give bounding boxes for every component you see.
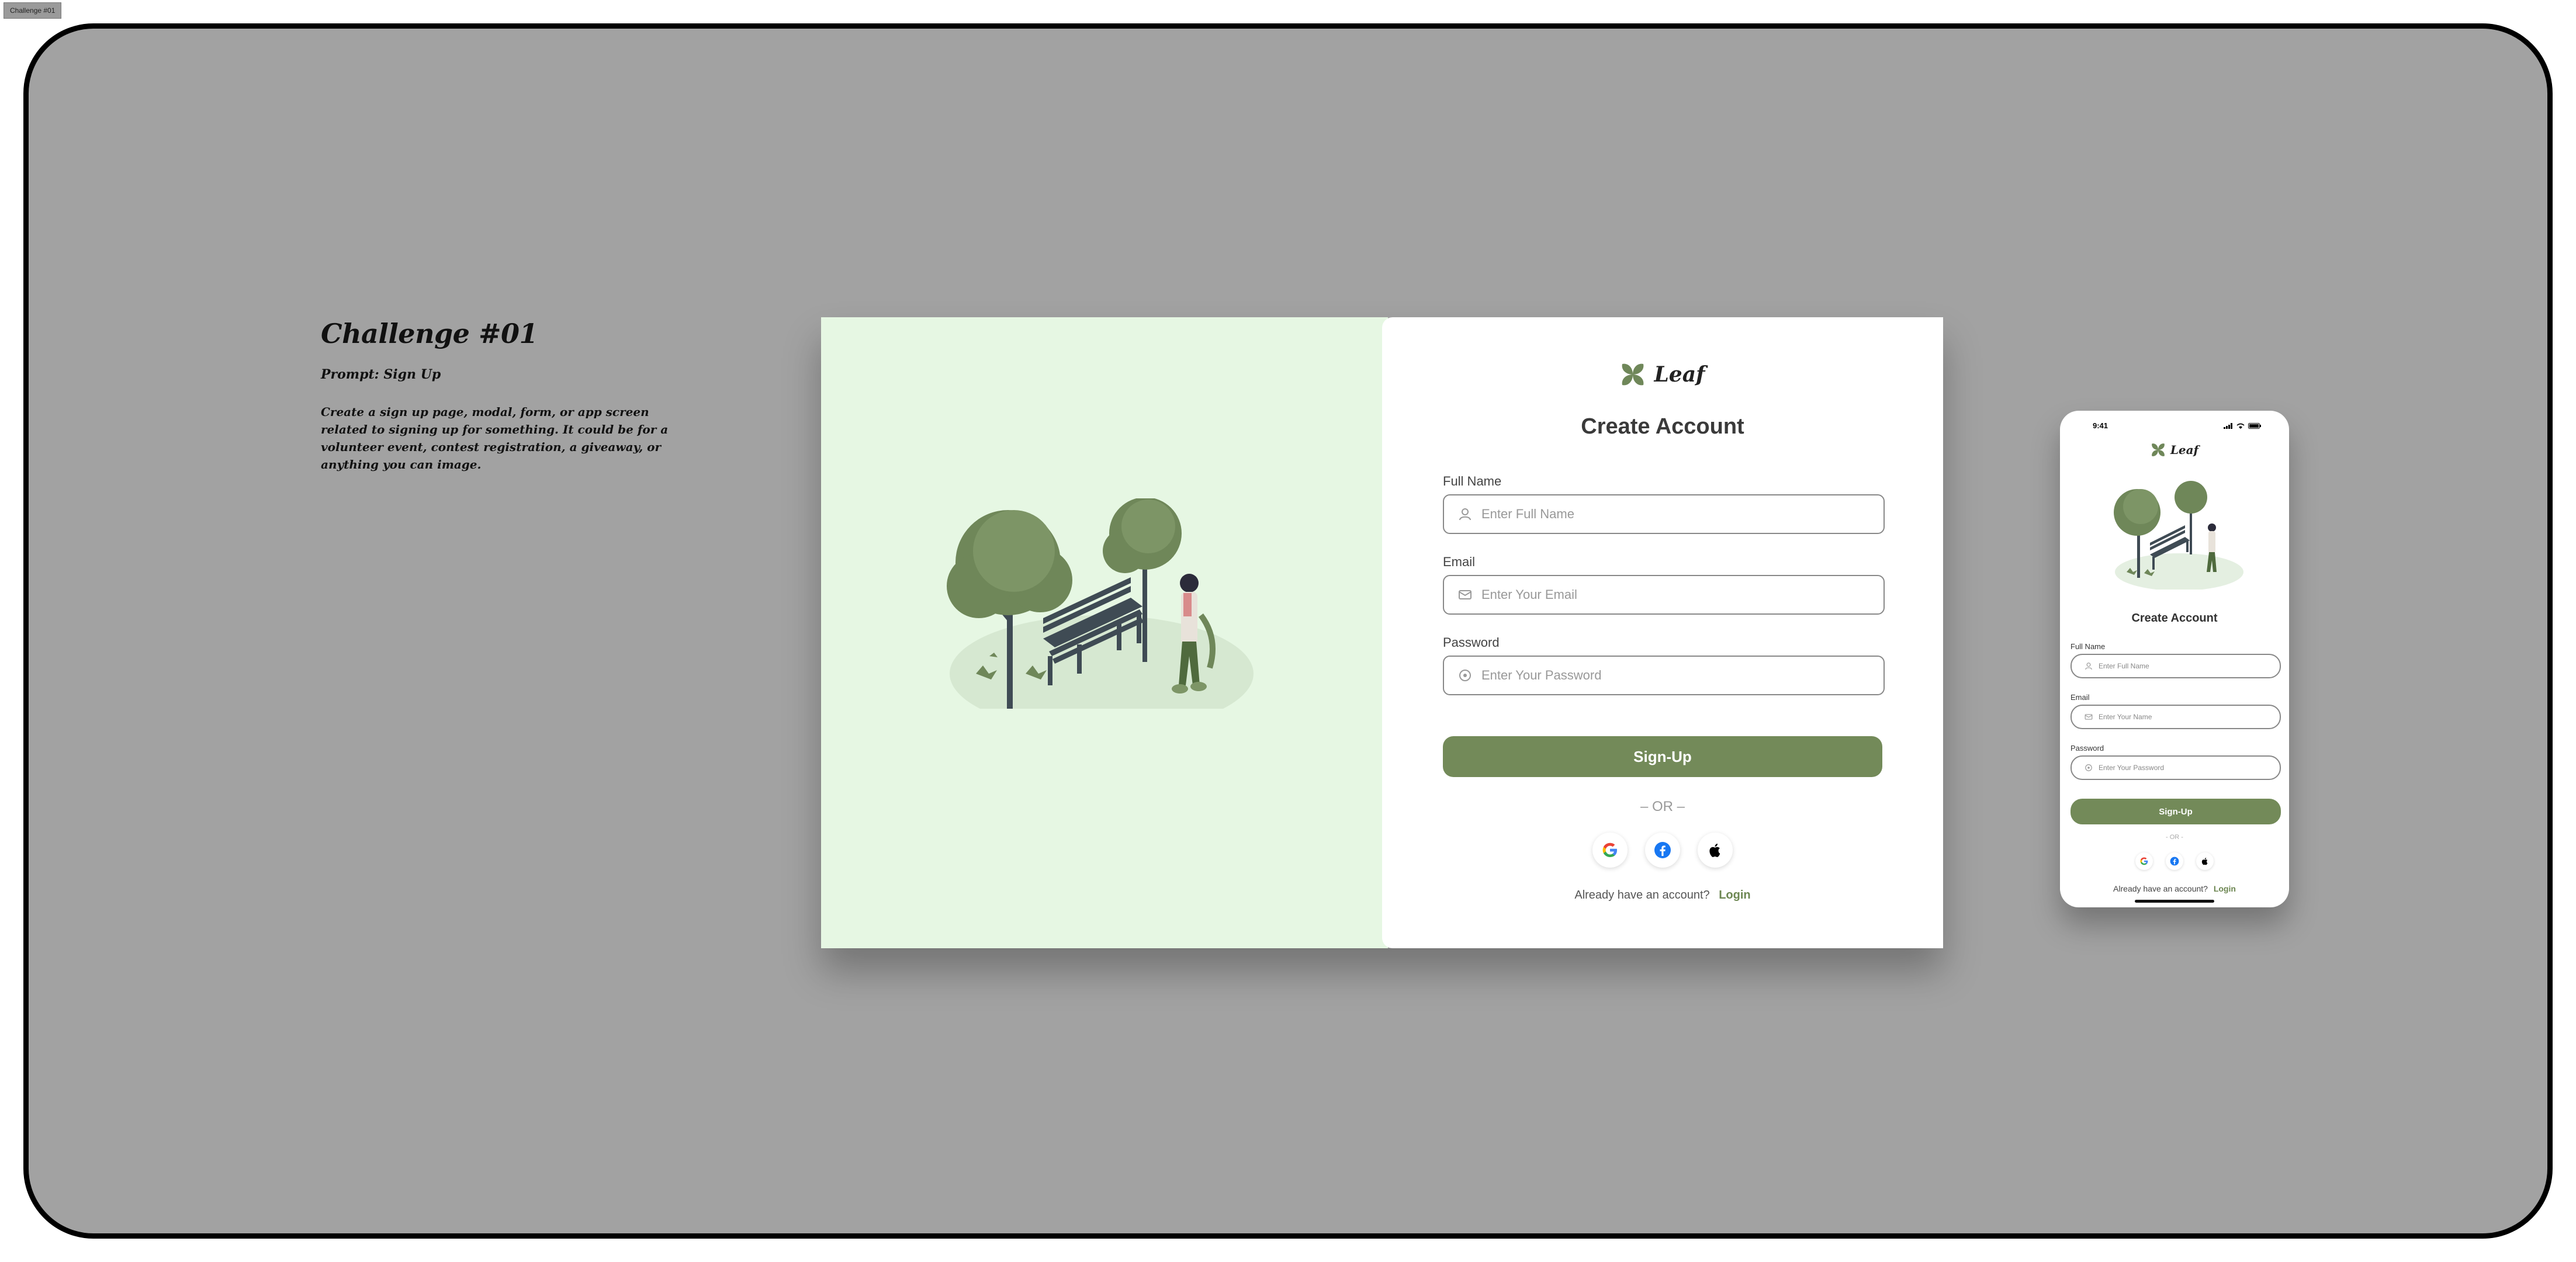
signup-button[interactable]: Sign-Up (1443, 736, 1882, 777)
mobile-signup-button[interactable]: Sign-Up (2071, 799, 2281, 824)
wifi-icon (2236, 423, 2245, 429)
mobile-park-illustration (2114, 481, 2243, 590)
mobile-mockup: 9:41 Leaf Create Account Full Name Enter… (2060, 411, 2289, 907)
apple-icon (2201, 858, 2208, 865)
password-field[interactable] (1443, 656, 1885, 695)
mobile-facebook-login-button[interactable] (2166, 852, 2183, 870)
full-name-label: Full Name (1443, 474, 1502, 488)
user-icon (2085, 663, 2092, 670)
leaf-logo-icon (1622, 363, 1644, 386)
mobile-email-label: Email (2071, 693, 2090, 702)
mobile-apple-login-button[interactable] (2196, 852, 2214, 870)
social-login-row (1382, 833, 1943, 868)
password-label: Password (1443, 635, 1500, 650)
mobile-login-prompt-text: Already have an account? (2113, 884, 2208, 893)
mobile-brand-logo: Leaf (2060, 442, 2289, 457)
illustration-panel (821, 317, 1388, 948)
email-label: Email (1443, 554, 1476, 569)
facebook-login-button[interactable] (1645, 833, 1680, 868)
mobile-brand-name: Leaf (2170, 443, 2199, 457)
status-bar: 9:41 (2093, 421, 2261, 430)
status-time: 9:41 (2093, 421, 2108, 430)
mobile-password-label: Password (2071, 744, 2104, 753)
lock-icon (1459, 670, 1471, 681)
mobile-login-prompt-row: Already have an account? Login (2060, 884, 2289, 893)
canvas-frame: Challenge #01 Prompt: Sign Up Create a s… (23, 23, 2553, 1239)
mobile-login-link[interactable]: Login (2214, 884, 2236, 893)
password-input[interactable] (1480, 667, 1878, 684)
signal-icon (2224, 422, 2232, 429)
mobile-full-name-field[interactable] (2071, 654, 2281, 678)
mobile-or-divider: - OR - (2166, 834, 2183, 841)
full-name-input[interactable] (1480, 506, 1878, 522)
leaf-logo-icon (2151, 443, 2165, 456)
or-divider: – OR – (1640, 799, 1685, 814)
brand-name: Leaf (1654, 362, 1705, 387)
brand-logo: Leaf (1382, 362, 1943, 387)
park-illustration (947, 498, 1254, 709)
home-indicator (2135, 900, 2214, 903)
google-login-button[interactable] (1592, 833, 1628, 868)
mobile-google-login-button[interactable] (2135, 852, 2153, 870)
mobile-full-name-label: Full Name (2071, 642, 2106, 651)
lock-icon (2085, 764, 2092, 771)
full-name-field[interactable] (1443, 494, 1885, 534)
mobile-password-field[interactable] (2071, 755, 2281, 780)
mobile-social-login-row (2060, 852, 2289, 870)
email-input[interactable] (1480, 587, 1878, 603)
signup-form-panel: Leaf Create Account Full Name Email Pas (1382, 317, 1943, 948)
google-icon (1602, 843, 1617, 857)
challenge-description: Create a sign up page, modal, form, or a… (321, 405, 669, 471)
battery-icon (2248, 422, 2261, 429)
apple-login-button[interactable] (1698, 833, 1733, 868)
apple-icon (1709, 844, 1720, 857)
login-link[interactable]: Login (1719, 889, 1750, 902)
frame-label: Challenge #01 (4, 2, 62, 19)
mobile-email-input[interactable] (2097, 712, 2273, 722)
google-icon (2140, 857, 2148, 865)
login-prompt-row: Already have an account? Login (1382, 889, 1943, 902)
mail-icon (2085, 714, 2093, 720)
mail-icon (1459, 590, 1471, 599)
mobile-email-field[interactable] (2071, 705, 2281, 729)
desktop-mockup: Leaf Create Account Full Name Email Pas (821, 317, 1943, 948)
challenge-prompt: Prompt: Sign Up (321, 367, 441, 382)
challenge-brief: Challenge #01 Prompt: Sign Up Create a s… (321, 318, 695, 473)
facebook-icon (2170, 857, 2179, 866)
email-field[interactable] (1443, 575, 1885, 615)
mobile-form-title: Create Account (2131, 612, 2218, 625)
mobile-password-input[interactable] (2097, 763, 2273, 772)
facebook-icon (1654, 842, 1671, 858)
form-title: Create Account (1581, 414, 1744, 439)
mobile-full-name-input[interactable] (2097, 661, 2273, 671)
status-icons (2224, 422, 2261, 429)
user-icon (1459, 508, 1471, 521)
challenge-title: Challenge #01 (321, 318, 538, 349)
login-prompt-text: Already have an account? (1574, 889, 1710, 902)
